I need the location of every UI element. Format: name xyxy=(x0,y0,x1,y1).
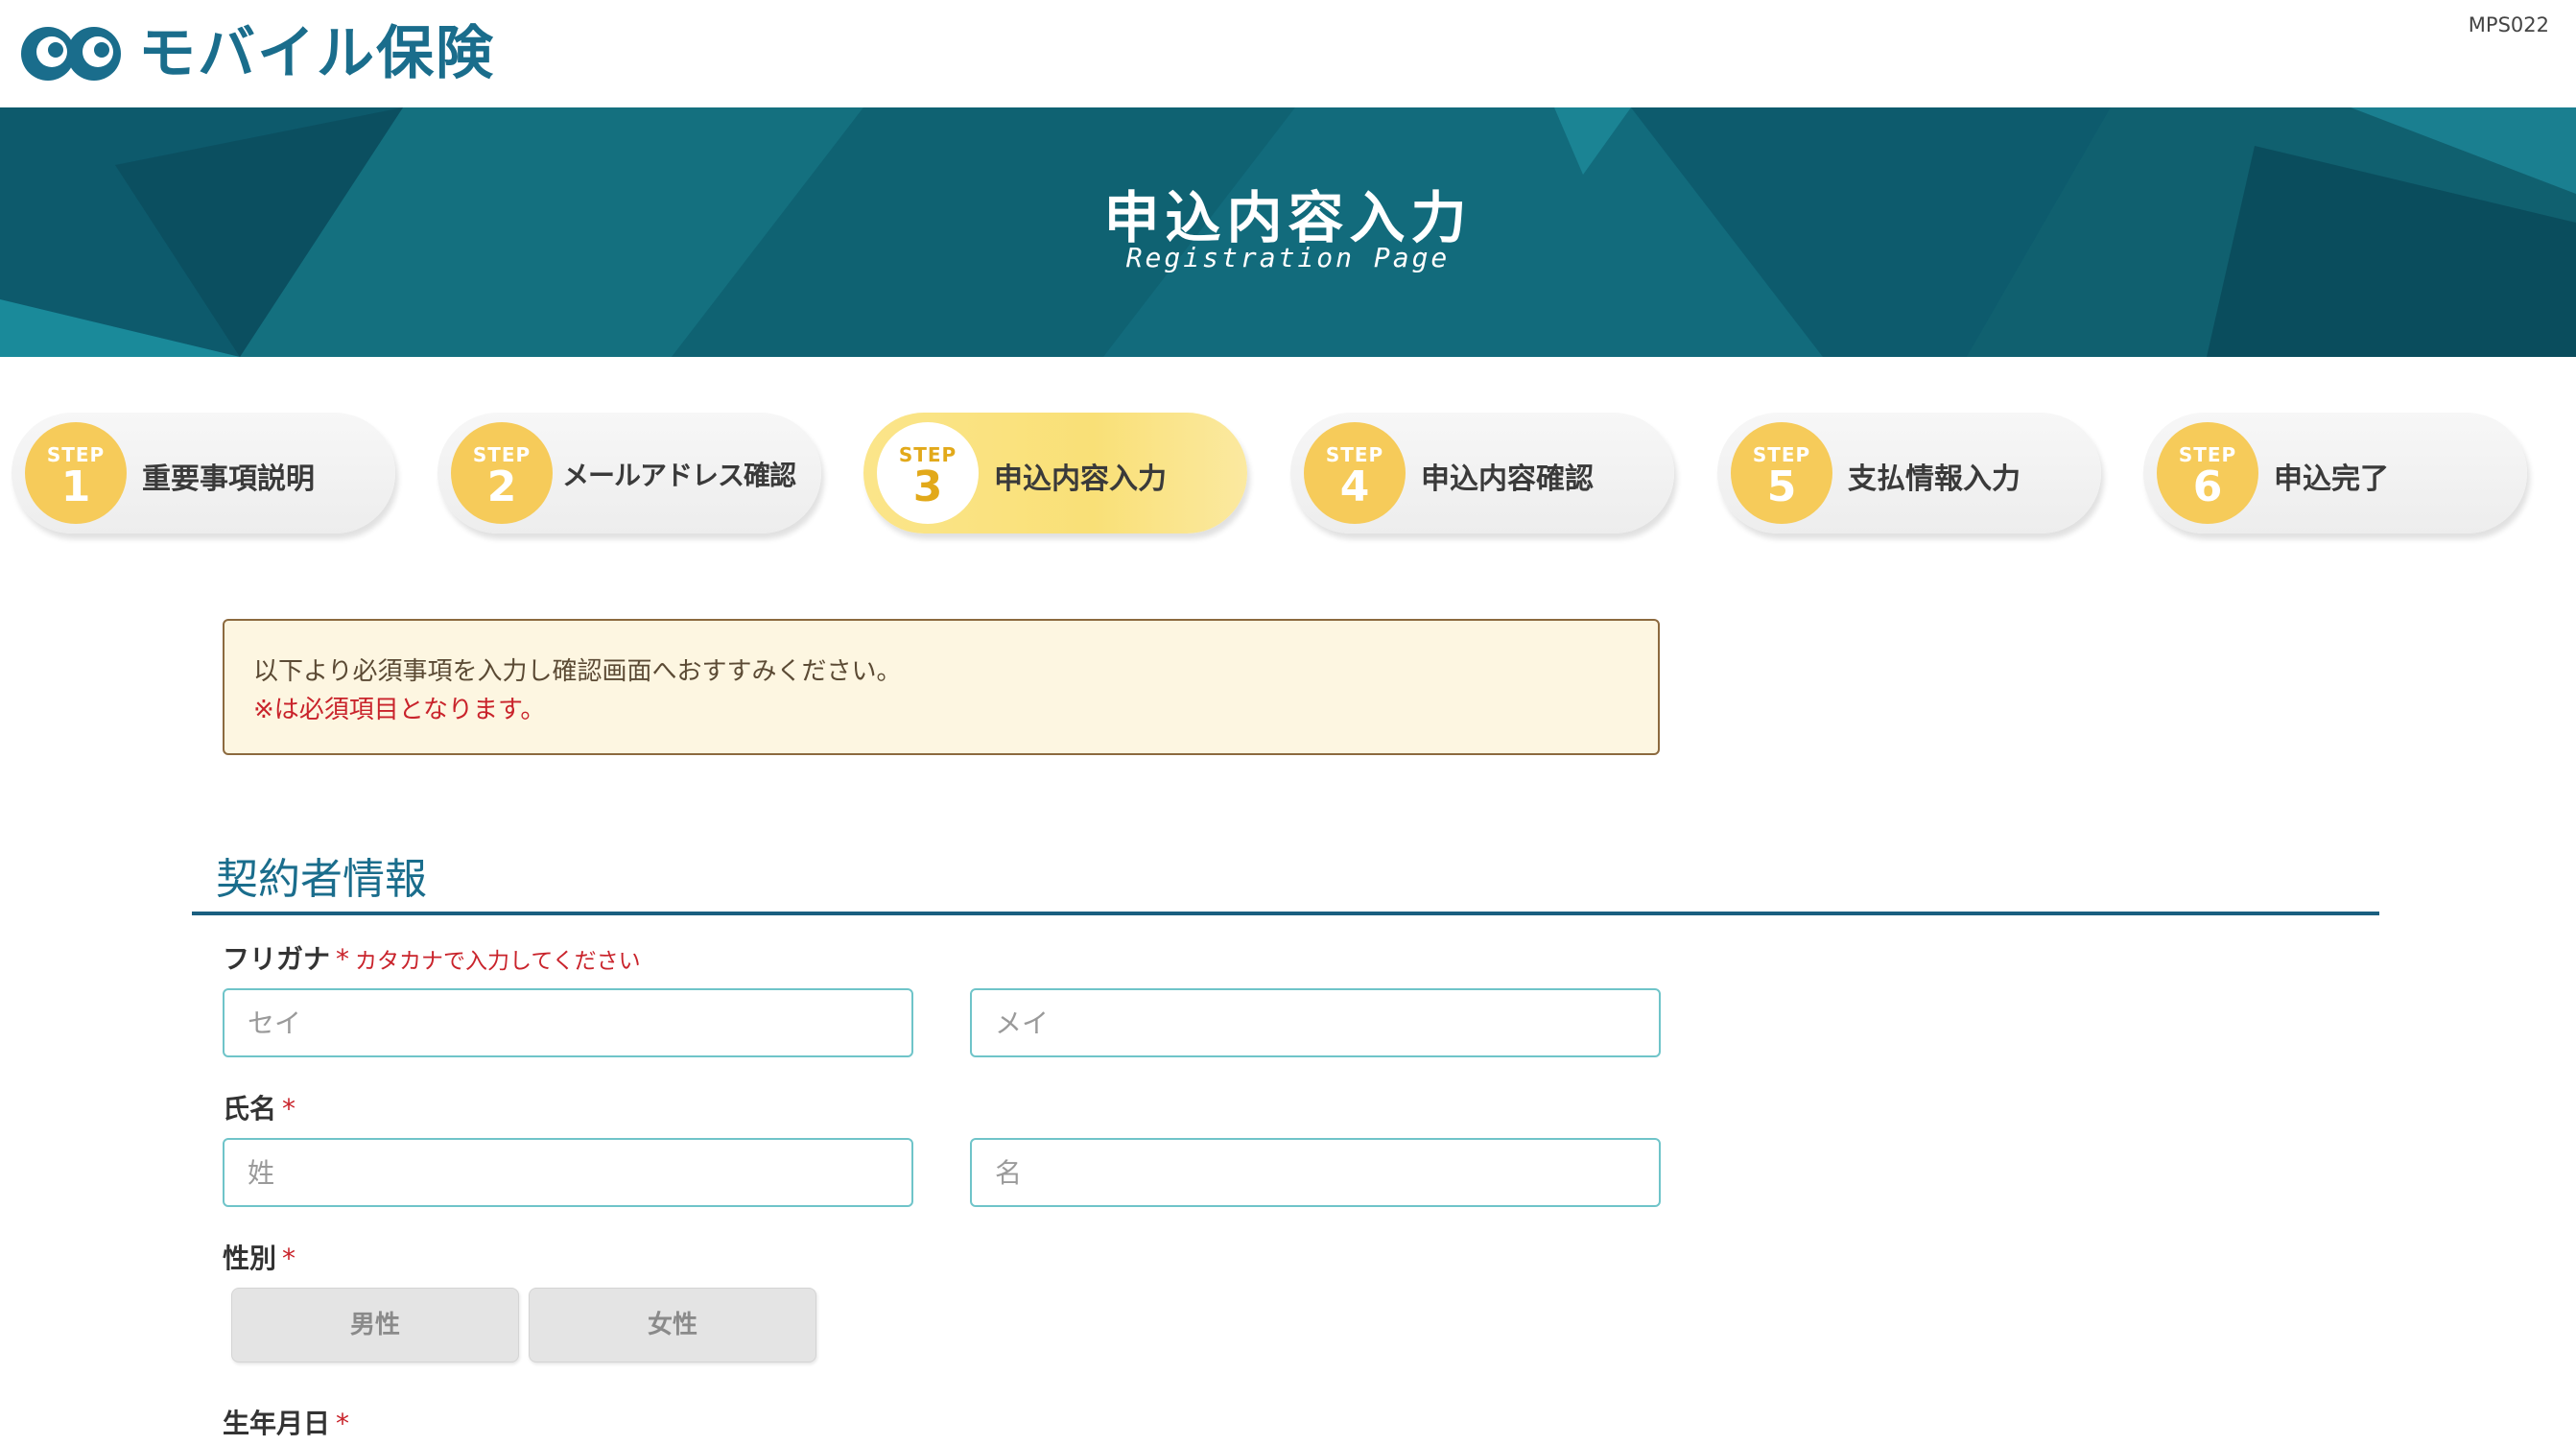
step-2: STEP 2 メールアドレス確認 xyxy=(437,413,821,533)
progress-steps: STEP 1 重要事項説明 STEP 2 メールアドレス確認 STEP 3 申込… xyxy=(12,413,2544,537)
notice-instruction: 以下より必須事項を入力し確認画面へおすすみください。 xyxy=(253,657,902,686)
last-name-input[interactable] xyxy=(223,1138,913,1207)
step-6-number: 6 xyxy=(2192,462,2223,511)
logo-icon xyxy=(21,27,121,81)
required-mark: * xyxy=(282,1243,296,1274)
page-subtitle: Registration Page xyxy=(1125,242,1451,273)
name-label-text: 氏名 xyxy=(223,1093,277,1125)
name-label: 氏名 * xyxy=(223,1088,295,1126)
step-5: STEP 5 支払情報入力 xyxy=(1717,413,2101,533)
step-6-badge: STEP 6 xyxy=(2157,422,2258,524)
instruction-notice: 以下より必須事項を入力し確認画面へおすすみください。 ※は必須項目となります。 xyxy=(223,619,1660,755)
step-6-label: 申込完了 xyxy=(2274,462,2389,496)
step-5-number: 5 xyxy=(1766,462,1797,511)
step-3-number: 3 xyxy=(912,462,943,511)
step-4-badge: STEP 4 xyxy=(1304,422,1406,524)
brand-name: モバイル保険 xyxy=(138,20,495,87)
step-6: STEP 6 申込完了 xyxy=(2143,413,2527,533)
first-name-input[interactable] xyxy=(970,1138,1661,1207)
step-1: STEP 1 重要事項説明 xyxy=(12,413,395,533)
step-5-badge: STEP 5 xyxy=(1731,422,1832,524)
step-3-badge: STEP 3 xyxy=(877,422,979,524)
birthdate-label: 生年月日 * xyxy=(223,1403,349,1441)
step-2-number: 2 xyxy=(486,462,517,511)
step-3-label: 申込内容入力 xyxy=(994,462,1167,496)
top-header: モバイル保険 MPS022 xyxy=(0,0,2576,107)
gender-male-button[interactable]: 男性 xyxy=(231,1288,519,1362)
step-4-label: 申込内容確認 xyxy=(1421,462,1594,496)
section-title-contractor: 契約者情報 xyxy=(216,855,427,904)
step-3-current: STEP 3 申込内容入力 xyxy=(863,413,1247,533)
step-4: STEP 4 申込内容確認 xyxy=(1290,413,1674,533)
required-mark: * xyxy=(336,1408,350,1439)
section-divider xyxy=(192,912,2379,915)
required-mark: * xyxy=(336,943,350,975)
gender-label-text: 性別 xyxy=(223,1243,277,1274)
required-mark: * xyxy=(282,1093,296,1125)
furigana-label: フリガナ * カタカナで入力してください xyxy=(223,938,641,977)
step-1-label: 重要事項説明 xyxy=(142,462,315,496)
step-1-number: 1 xyxy=(60,462,91,511)
furigana-mei-input[interactable] xyxy=(970,988,1661,1057)
step-2-label: メールアドレス確認 xyxy=(562,460,796,491)
notice-required-note: ※は必須項目となります。 xyxy=(253,696,546,724)
step-5-label: 支払情報入力 xyxy=(1848,462,2021,496)
furigana-label-text: フリガナ xyxy=(223,943,331,975)
furigana-sei-input[interactable] xyxy=(223,988,913,1057)
furigana-hint: カタカナで入力してください xyxy=(355,949,641,974)
gender-label: 性別 * xyxy=(223,1238,295,1276)
birthdate-label-text: 生年月日 xyxy=(223,1408,331,1439)
step-1-badge: STEP 1 xyxy=(25,422,127,524)
step-4-number: 4 xyxy=(1339,462,1370,511)
screen-id: MPS022 xyxy=(2468,13,2549,36)
brand-logo[interactable]: モバイル保険 xyxy=(17,13,495,94)
page-banner: 申込内容入力 Registration Page xyxy=(0,107,2576,357)
gender-female-button[interactable]: 女性 xyxy=(529,1288,816,1362)
step-2-badge: STEP 2 xyxy=(451,422,553,524)
